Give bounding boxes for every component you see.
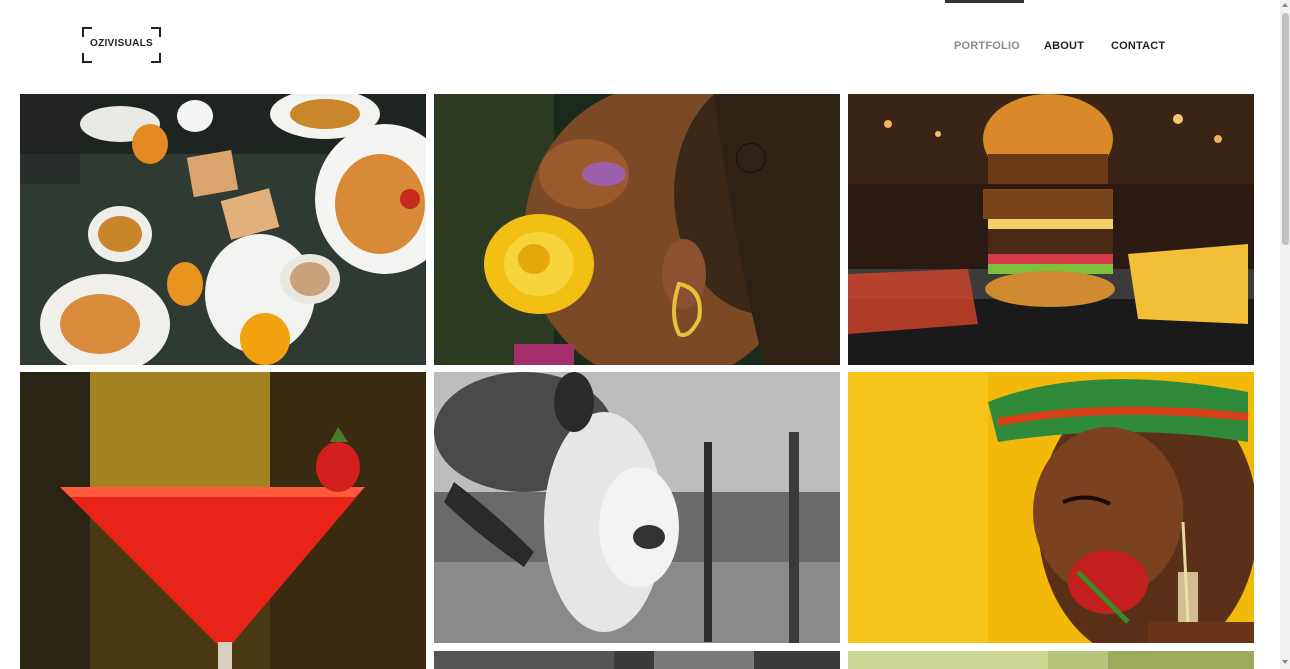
partial-bw-image xyxy=(434,651,840,669)
maternity-image xyxy=(434,372,840,643)
nav-about[interactable]: ABOUT xyxy=(1044,40,1084,52)
logo-corner-icon xyxy=(151,27,161,37)
active-nav-indicator xyxy=(945,0,1024,3)
gallery-image-burger[interactable] xyxy=(848,94,1254,365)
scroll-down-arrow-icon[interactable] xyxy=(1282,660,1288,664)
cocktail-image xyxy=(20,372,426,669)
logo-corner-icon xyxy=(82,53,92,63)
gallery-image-partial-green[interactable] xyxy=(848,651,1254,669)
logo-text: OZIVISUALS xyxy=(89,38,153,49)
nav-contact[interactable]: CONTACT xyxy=(1111,40,1165,52)
partial-green-image xyxy=(848,651,1254,669)
logo-corner-icon xyxy=(82,27,92,37)
gallery-image-maternity[interactable] xyxy=(434,372,840,643)
site-header: OZIVISUALS PORTFOLIO ABOUT CONTACT xyxy=(0,0,1280,94)
gallery-image-yellow-rose-portrait[interactable] xyxy=(434,94,840,365)
logo-corner-icon xyxy=(151,53,161,63)
gallery-image-cocktail[interactable] xyxy=(20,372,426,669)
burger-image xyxy=(848,94,1254,365)
gallery-image-breakfast[interactable] xyxy=(20,94,426,365)
site-logo[interactable]: OZIVISUALS xyxy=(82,27,161,63)
portrait-image xyxy=(434,94,840,365)
nav-portfolio[interactable]: PORTFOLIO xyxy=(954,40,1020,52)
gallery-image-headwrap-portrait[interactable] xyxy=(848,372,1254,643)
scrollbar-thumb[interactable] xyxy=(1282,13,1289,245)
breakfast-image xyxy=(20,94,426,365)
scroll-up-arrow-icon[interactable] xyxy=(1282,3,1288,7)
gallery-image-partial-bw[interactable] xyxy=(434,651,840,669)
headwrap-image xyxy=(848,372,1254,643)
